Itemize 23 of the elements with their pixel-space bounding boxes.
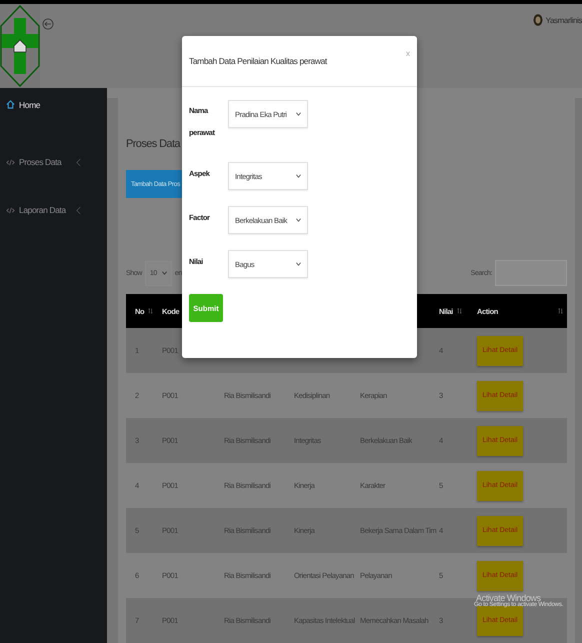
chevron-icon [76, 158, 81, 166]
chevron-down-icon [296, 174, 301, 178]
sidebar-item[interactable]: Proses Data [0, 138, 107, 186]
user-name[interactable]: Yasmarlinis [546, 16, 582, 24]
sort-icon[interactable] [456, 307, 462, 315]
collapse-icon[interactable] [42, 18, 54, 30]
activation-title: Activate Windows [476, 594, 541, 603]
page-title: Proses Data [126, 138, 182, 150]
chevron-icon [76, 206, 81, 214]
sort-icon[interactable] [148, 307, 153, 315]
logo-icon [0, 4, 40, 88]
avatar-icon [532, 14, 543, 26]
code-icon [6, 206, 15, 214]
chevron-down-icon [296, 262, 301, 266]
chevron-down-icon [296, 218, 301, 222]
close-button[interactable]: x [406, 48, 410, 58]
chevron-down-icon [162, 271, 167, 275]
modal-title: Tambah Data Penilaian Kualitas perawat [189, 56, 327, 66]
sidebar-item[interactable]: Laporan Data [0, 186, 107, 234]
sort-icon[interactable] [558, 307, 563, 315]
chevron-down-icon [296, 112, 301, 116]
code-icon [6, 158, 15, 166]
home-icon [6, 100, 15, 109]
